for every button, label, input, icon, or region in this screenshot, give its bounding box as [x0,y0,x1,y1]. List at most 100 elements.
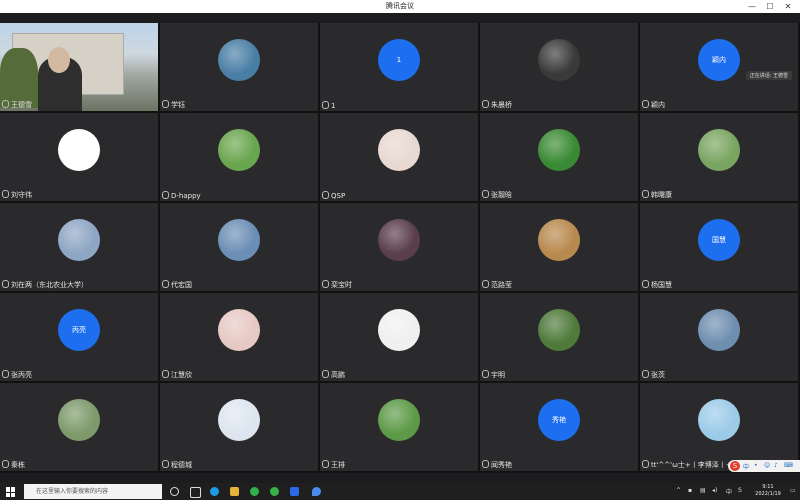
network-icon[interactable]: ▤ [700,487,706,494]
participant-tile[interactable]: 张茨 [640,293,798,381]
participant-name: QSP [322,191,345,200]
edge-icon[interactable] [210,487,219,496]
emoji-icon: ☺ [764,462,771,469]
participant-tile[interactable]: 韩曙康 [640,113,798,201]
participant-tile[interactable]: 刘守伟 [0,113,158,201]
mic-muted-icon [162,370,169,378]
tray-app-icon[interactable]: ▪ [688,487,692,494]
mic-muted-icon [642,100,649,108]
participant-tile[interactable]: 高鹏 [320,293,478,381]
participant-tile[interactable]: 栾宝时 [320,203,478,291]
taskbar-search-input[interactable]: 在这里输入你要搜索的内容 [24,484,162,499]
volume-icon[interactable]: ◂) [712,487,717,494]
participant-avatar [698,309,740,351]
participant-avatar [378,129,420,171]
participant-name: 秦栋 [2,460,25,470]
participant-name: 1 [322,101,335,110]
participant-tile[interactable]: tt'^^'ω士+丨李博泽丨+七 [640,383,798,471]
participant-name: 江慧欣 [162,370,192,380]
mic-icon: ♪ [774,462,778,469]
mic-muted-icon [322,460,329,468]
participant-name-label: 闻秀艳 [491,461,512,469]
file-explorer-icon[interactable] [230,487,239,496]
window-title: 腾讯会议 [386,2,414,10]
minimize-button[interactable]: — [744,0,760,13]
participant-name: 学钰 [162,100,185,110]
participant-name: 代宏国 [162,280,192,290]
participant-tile[interactable]: 程德城 [160,383,318,471]
wechat-icon[interactable] [270,487,279,496]
participant-tile[interactable]: 丙亮张丙亮 [0,293,158,381]
participant-tile[interactable]: D-happy [160,113,318,201]
participant-tile[interactable]: 刘在两（东北农业大学） [0,203,158,291]
notification-icon[interactable]: ▭ [790,487,796,494]
participant-name: 朱晨桥 [482,100,512,110]
participant-avatar [378,399,420,441]
participant-name-label: 宇明 [491,371,505,379]
ime-toolbar[interactable]: S 中 • ☺ ♪ ⌨ [728,460,800,472]
participant-avatar [538,39,580,81]
participant-name: 程德城 [162,460,192,470]
mic-muted-icon [2,280,9,288]
participant-name-label: 杨国慧 [651,281,672,289]
app-icon[interactable] [312,487,321,496]
participant-name: 范路莹 [482,280,512,290]
participant-name: 张靓晗 [482,190,512,200]
participant-name-label: 代宏国 [171,281,192,289]
participant-name: 张丙亮 [2,370,32,380]
participant-avatar [538,129,580,171]
tray-ime-icon[interactable]: 中 [726,487,732,496]
close-button[interactable]: ✕ [780,0,796,13]
avatar-text: 国慧 [712,236,726,244]
participant-avatar [218,309,260,351]
task-view-icon[interactable] [190,487,201,498]
clock[interactable]: 9:11 2022/1/19 [748,484,788,498]
participant-tile[interactable]: 江慧欣 [160,293,318,381]
participant-tile[interactable]: 王德雪 [0,23,158,111]
clock-time: 9:11 [762,484,774,490]
participant-avatar [58,219,100,261]
participant-tile[interactable]: 秦栋 [0,383,158,471]
tencent-meeting-icon[interactable] [290,487,299,496]
speaking-indicator: 正在讲话: 王德雪 [745,71,792,80]
participant-avatar [58,129,100,171]
participant-avatar [58,399,100,441]
browser-icon[interactable] [250,487,259,496]
face-image [48,47,70,73]
participant-name-label: 王排 [331,461,345,469]
cortana-icon[interactable] [170,487,179,496]
participant-name: D-happy [162,191,201,200]
mic-muted-icon [642,280,649,288]
participant-name-label: 1 [331,102,336,110]
mic-muted-icon [162,460,169,468]
maximize-button[interactable]: ☐ [762,0,778,13]
tray-sogou-icon[interactable]: S [738,487,742,494]
participant-name-label: D-happy [171,192,201,200]
participant-tile[interactable]: 学钰 [160,23,318,111]
keyboard-icon: ⌨ [784,462,793,469]
participant-tile[interactable]: 颖内 正在讲话: 王德雪 颖内 [640,23,798,111]
participant-tile[interactable]: 范路莹 [480,203,638,291]
avatar-text: 丙亮 [72,326,86,334]
participant-tile[interactable]: 张靓晗 [480,113,638,201]
participant-tile[interactable]: 代宏国 [160,203,318,291]
tray-expand-icon[interactable]: ^ [676,487,681,494]
participant-tile[interactable]: QSP [320,113,478,201]
participant-avatar: 颖内 [698,39,740,81]
participant-name: tt'^^'ω士+丨李博泽丨+七 [642,460,739,470]
participant-name-label: 栾宝时 [331,281,352,289]
participant-tile[interactable]: 王排 [320,383,478,471]
participant-name: 韩曙康 [642,190,672,200]
participant-tile[interactable]: 11 [320,23,478,111]
participant-tile[interactable]: 国慧杨国慧 [640,203,798,291]
participant-name-label: 高鹏 [331,371,345,379]
punctuation-icon: • [754,462,758,469]
participant-avatar [378,219,420,261]
participant-tile[interactable]: 朱晨桥 [480,23,638,111]
participant-avatar [378,309,420,351]
windows-start-icon[interactable] [6,487,16,497]
participant-tile[interactable]: 秀艳 闻秀艳 [480,383,638,471]
mic-muted-icon [482,190,489,198]
participant-name-label: QSP [331,192,346,200]
participant-tile[interactable]: 宇明 [480,293,638,381]
